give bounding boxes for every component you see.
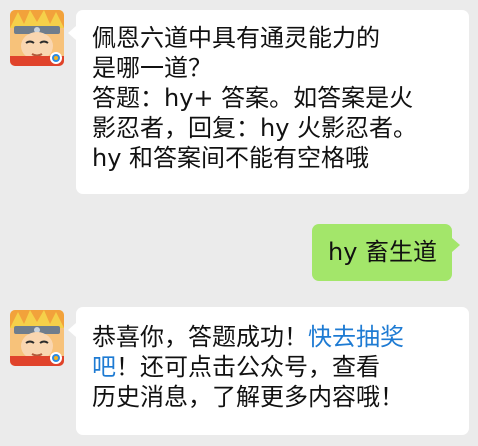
message-line: 佩恩六道中具有通灵能力的 xyxy=(92,24,380,52)
message-line: 吧！还可点击公众号，查看 xyxy=(92,352,469,382)
incoming-message-reply: 恭喜你，答题成功！快去抽奖 吧！还可点击公众号，查看 历史消息，了解更多内容哦！ xyxy=(68,307,469,435)
account-avatar[interactable] xyxy=(10,310,64,366)
message-text: hy 畜生道 xyxy=(328,238,438,266)
lottery-link-continued[interactable]: 吧 xyxy=(92,353,116,381)
message-line: 恭喜你，答题成功！快去抽奖 xyxy=(92,322,469,352)
naruto-avatar-icon xyxy=(10,10,64,66)
naruto-avatar-icon xyxy=(10,310,64,366)
message-line: hy 和答案间不能有空格哦 xyxy=(92,144,370,172)
message-text: ！还可点击公众号，查看 xyxy=(116,353,380,381)
message-line: 历史消息，了解更多内容哦！ xyxy=(92,383,404,411)
outgoing-message-answer: hy 畜生道 xyxy=(312,224,460,281)
incoming-message-question: 佩恩六道中具有通灵能力的 是哪一道？ 答题：hy+ 答案。如答案是火 影忍者，回… xyxy=(68,10,469,194)
lottery-link[interactable]: 快去抽奖 xyxy=(308,323,404,351)
message-line: 答题：hy+ 答案。如答案是火 xyxy=(92,84,414,112)
account-avatar[interactable] xyxy=(10,10,64,66)
message-line: 是哪一道？ xyxy=(92,54,212,82)
message-text: 恭喜你，答题成功！ xyxy=(92,323,308,351)
message-line: 影忍者，回复：hy 火影忍者。 xyxy=(92,114,418,142)
